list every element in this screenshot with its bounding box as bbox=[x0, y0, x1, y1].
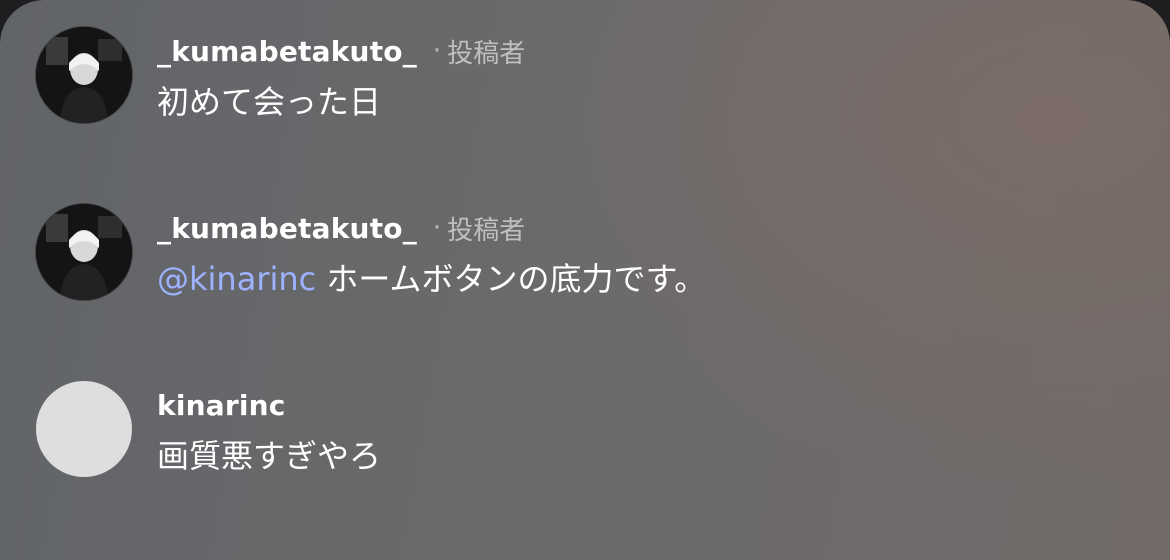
comment-item: _kumabetakuto_ · 投稿者 @kinarinc ホームボタンの底力… bbox=[36, 204, 1136, 304]
comment-item: _kumabetakuto_ · 投稿者 初めて会った日 bbox=[36, 27, 1136, 127]
username[interactable]: _kumabetakuto_ bbox=[157, 35, 417, 68]
comment-body: 画質悪すぎやろ bbox=[157, 437, 382, 475]
comment-body: ホームボタンの底力です。 bbox=[316, 260, 707, 298]
avatar[interactable] bbox=[36, 27, 132, 123]
username[interactable]: _kumabetakuto_ bbox=[157, 212, 417, 245]
separator: · bbox=[432, 36, 442, 66]
separator: · bbox=[432, 213, 442, 243]
comment-text: 初めて会った日 bbox=[157, 77, 381, 123]
username[interactable]: kinarinc bbox=[157, 389, 286, 422]
default-avatar[interactable] bbox=[36, 381, 132, 477]
comment-header: _kumabetakuto_ · 投稿者 bbox=[157, 208, 525, 248]
comments-panel: _kumabetakuto_ · 投稿者 初めて会った日 _kumabetaku… bbox=[0, 0, 1170, 560]
comment-item: kinarinc 画質悪すぎやろ bbox=[36, 381, 1136, 481]
mention-link[interactable]: @kinarinc bbox=[157, 260, 316, 298]
author-badge: 投稿者 bbox=[447, 215, 526, 246]
profile-photo-icon bbox=[36, 27, 132, 123]
comment-text: @kinarinc ホームボタンの底力です。 bbox=[157, 254, 706, 300]
comment-body: 初めて会った日 bbox=[157, 83, 382, 121]
profile-photo-icon bbox=[36, 204, 132, 300]
comment-header: _kumabetakuto_ · 投稿者 bbox=[157, 31, 525, 71]
comment-header: kinarinc bbox=[157, 385, 286, 425]
comment-text: 画質悪すぎやろ bbox=[157, 431, 381, 477]
author-badge: 投稿者 bbox=[447, 38, 526, 69]
avatar[interactable] bbox=[36, 204, 132, 300]
